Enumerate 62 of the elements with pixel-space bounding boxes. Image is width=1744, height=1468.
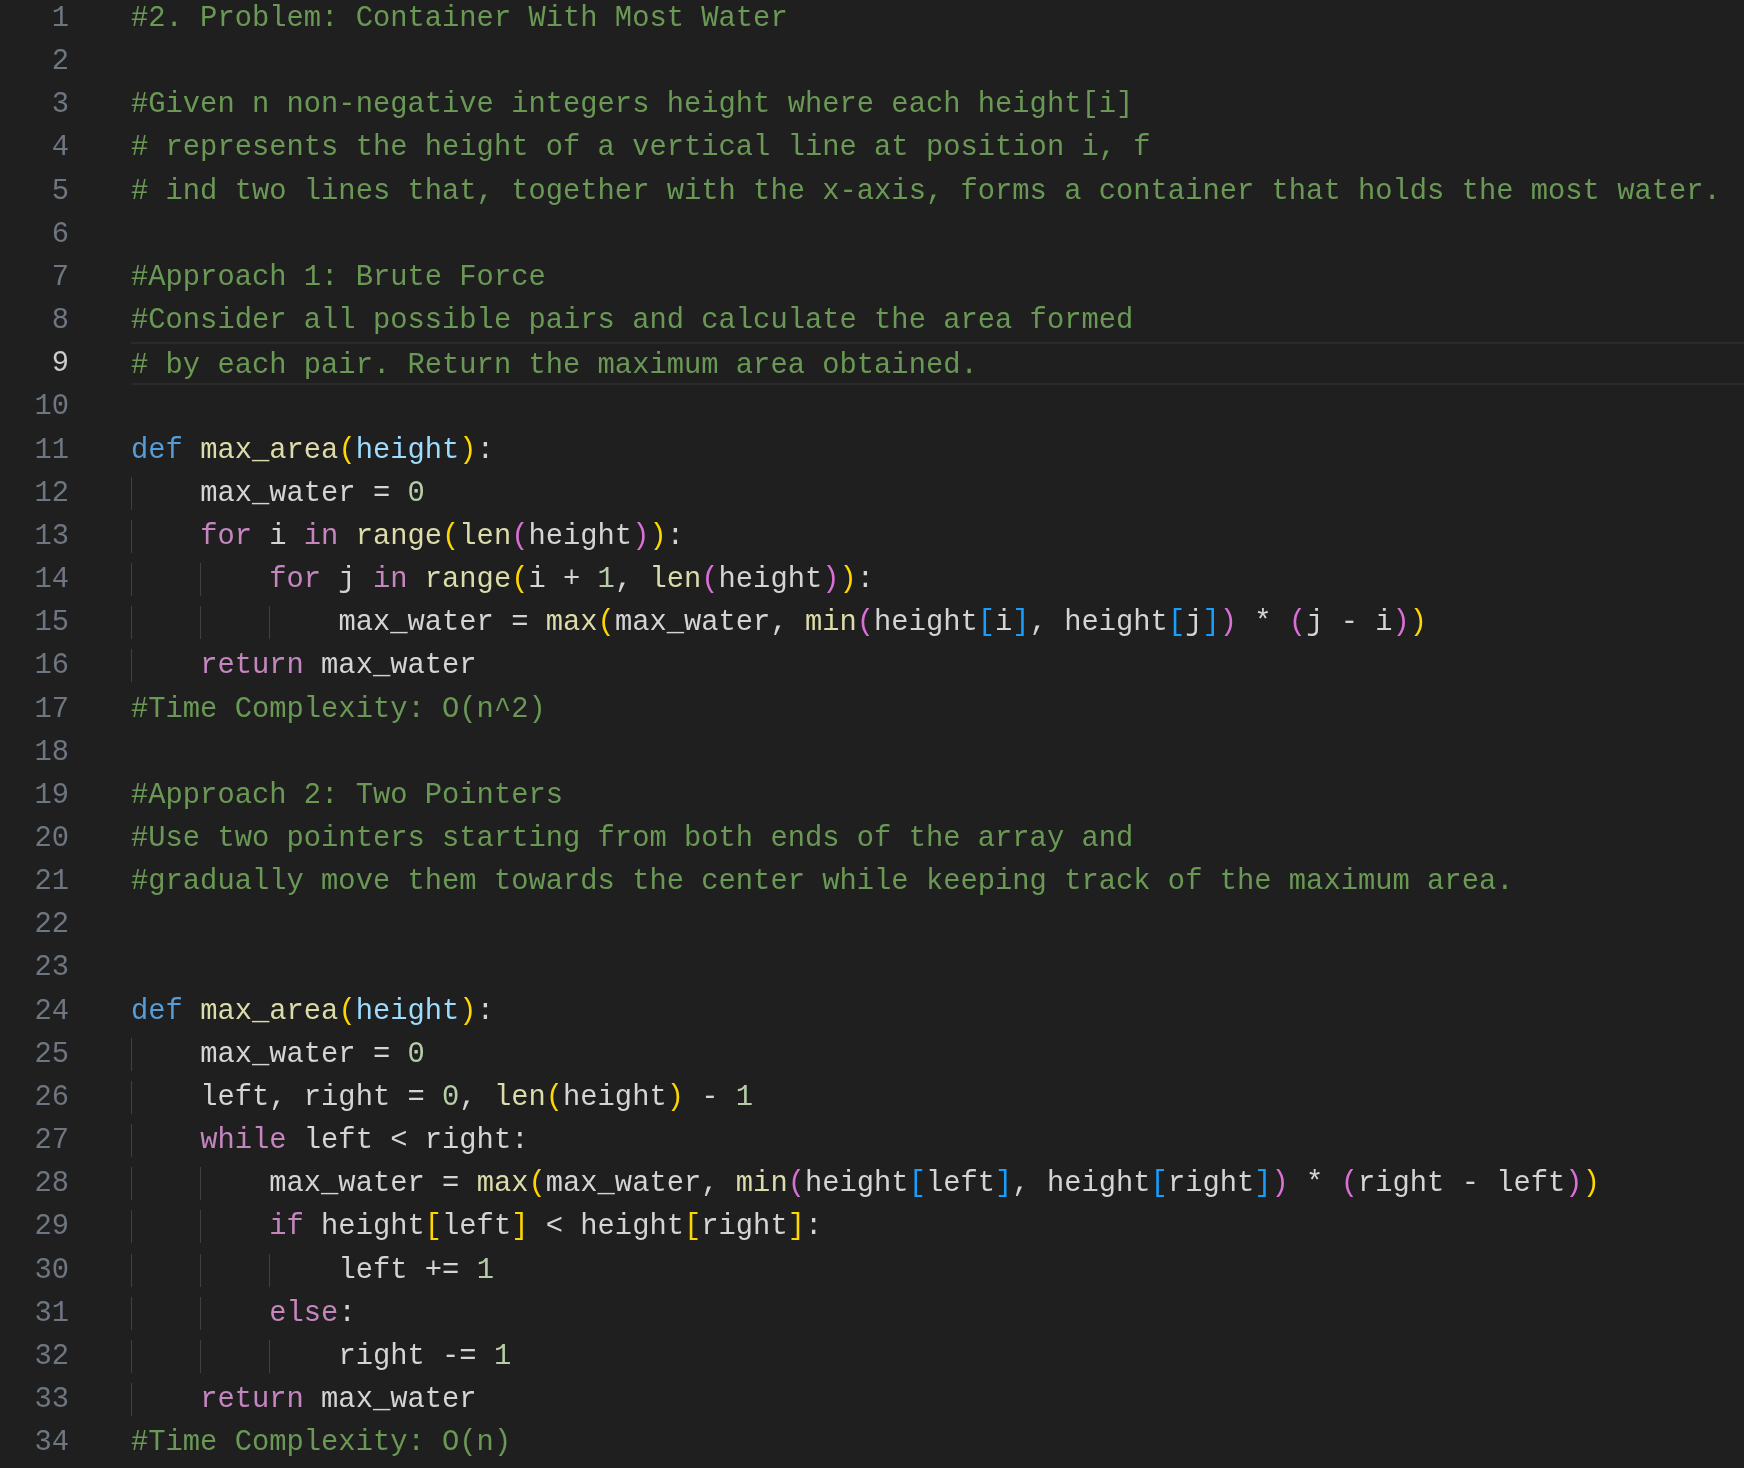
line-number: 24 <box>33 993 69 1030</box>
code-line: #gradually move them towards the center while keeping track of the maximum area. <box>131 864 1515 901</box>
line-number: 8 <box>50 303 69 340</box>
line-number: 26 <box>33 1079 69 1116</box>
line-number: 29 <box>33 1209 69 1246</box>
line-number: 30 <box>33 1252 69 1289</box>
line-number: 31 <box>33 1295 69 1332</box>
line-number: 19 <box>33 777 69 814</box>
line-number: 10 <box>33 389 69 426</box>
line-number: 21 <box>33 864 69 901</box>
line-number: 9 <box>50 346 69 383</box>
line-number: 27 <box>33 1123 69 1160</box>
code-line: return max_water <box>131 1378 1744 1422</box>
code-line: #Given n non-negative integers height where each height[i] <box>131 87 1135 124</box>
line-number: 2 <box>50 44 69 81</box>
line-number: 7 <box>50 259 69 296</box>
code-line: #Approach 2: Two Pointers <box>131 777 565 814</box>
line-number: 1 <box>50 1 69 37</box>
line-number: 22 <box>33 907 69 944</box>
line-number: 15 <box>33 605 69 642</box>
line-number: 14 <box>33 562 69 599</box>
line-number: 23 <box>33 950 69 987</box>
line-number: 25 <box>33 1036 69 1073</box>
code-line: #Use two pointers starting from both ends of the array and <box>131 820 1135 857</box>
line-number: 3 <box>50 87 69 124</box>
code-line: left += 1 <box>131 1248 1744 1292</box>
code-line: def max_area(height): <box>131 432 495 469</box>
code-line: return max_water <box>131 644 1744 688</box>
code-line: max_water = 0 <box>131 1032 1744 1076</box>
line-number: 13 <box>33 518 69 555</box>
code-line: # ind two lines that, together with the x-axis, forms a container that holds the most water. <box>131 173 1722 210</box>
code-line: max_water = max(max_water, min(height[i], height[j]) * (j - i)) <box>131 601 1744 645</box>
code-line: # by each pair. Return the maximum area obtained. <box>131 342 1744 386</box>
code-line: right -= 1 <box>131 1334 1744 1378</box>
code-line: max_water = 0 <box>131 471 1744 515</box>
line-number: 20 <box>33 820 69 857</box>
code-line: else: <box>131 1291 1744 1335</box>
line-number: 4 <box>50 130 69 167</box>
line-number: 11 <box>33 432 69 469</box>
line-number: 18 <box>33 734 69 771</box>
code-line: #Approach 1: Brute Force <box>131 259 547 296</box>
line-number: 34 <box>33 1425 69 1462</box>
code-line: max_water = max(max_water, min(height[left], height[right]) * (right - left)) <box>131 1162 1744 1206</box>
code-line: left, right = 0, len(height) - 1 <box>131 1075 1744 1120</box>
line-number: 32 <box>33 1338 69 1375</box>
code-line: for i in range(len(height)): <box>131 514 1744 559</box>
code-line: if height[left] < height[right]: <box>131 1205 1744 1249</box>
line-number: 17 <box>33 691 69 728</box>
code-line: for j in range(i + 1, len(height)): <box>131 558 1744 602</box>
line-number: 12 <box>33 475 69 512</box>
code-line: # represents the height of a vertical line at position i, f <box>131 130 1152 167</box>
code-line: while left < right: <box>131 1119 1744 1163</box>
line-number: 6 <box>50 216 69 253</box>
code-line: #Consider all possible pairs and calculate the area formed <box>131 303 1135 340</box>
code-line: #Time Complexity: O(n) <box>131 1425 513 1462</box>
code-line: #Time Complexity: O(n^2) <box>131 691 547 728</box>
line-number: 33 <box>33 1382 69 1418</box>
code-line: def max_area(height): <box>131 993 495 1030</box>
line-number: 28 <box>33 1166 69 1203</box>
line-number: 16 <box>33 648 69 685</box>
code-line: #2. Problem: Container With Most Water <box>131 1 789 37</box>
line-number: 5 <box>50 173 69 210</box>
